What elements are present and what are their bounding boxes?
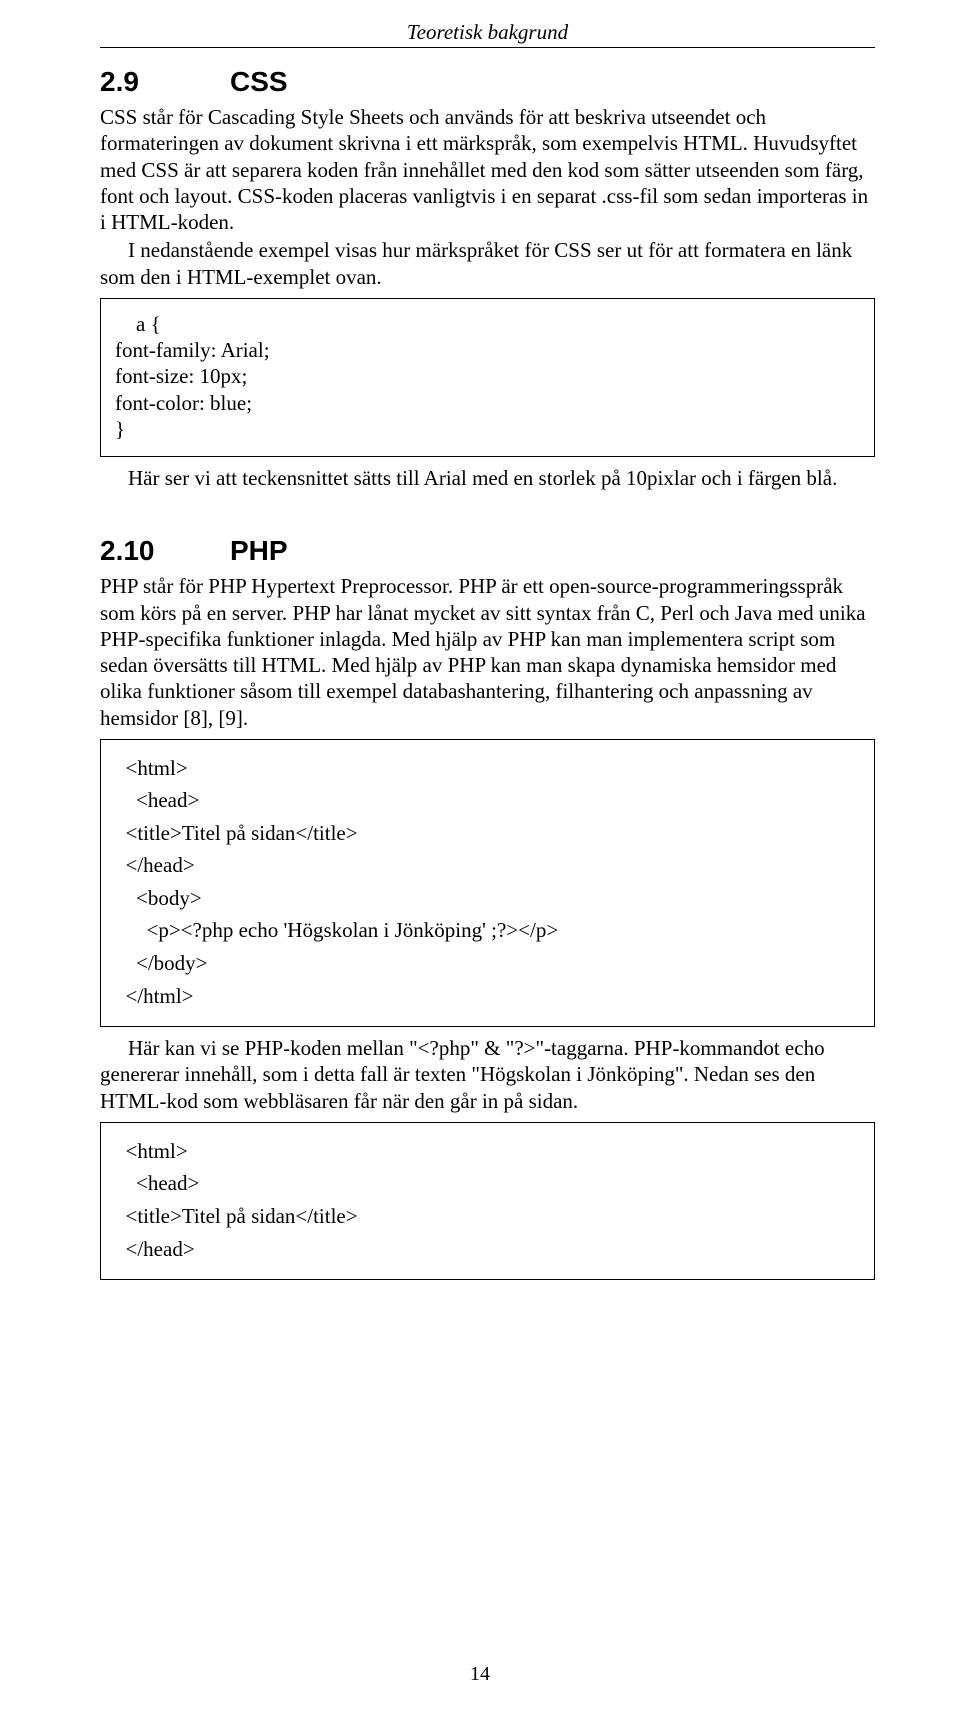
code-block-css: a { font-family: Arial; font-size: 10px;…	[100, 298, 875, 457]
code-line: font-size: 10px;	[115, 363, 860, 389]
running-header: Teoretisk bakgrund	[100, 20, 875, 45]
code-line: <head>	[115, 1167, 860, 1200]
code-line: <html>	[115, 1135, 860, 1168]
code-line: <title>Titel på sidan</title>	[115, 817, 860, 850]
code-line: <html>	[115, 752, 860, 785]
code-line: font-color: blue;	[115, 390, 860, 416]
code-line: <title>Titel på sidan</title>	[115, 1200, 860, 1233]
code-line: <head>	[115, 784, 860, 817]
code-line: <body>	[115, 882, 860, 915]
paragraph: CSS står för Cascading Style Sheets och …	[100, 104, 875, 235]
heading-2-9: 2.9CSS	[100, 66, 875, 98]
code-block-php: <html> <head> <title>Titel på sidan</tit…	[100, 739, 875, 1027]
paragraph: Här ser vi att teckensnittet sätts till …	[100, 465, 875, 491]
code-line: a {	[115, 311, 860, 337]
heading-title: CSS	[230, 66, 288, 97]
heading-title: PHP	[230, 535, 288, 566]
heading-number: 2.9	[100, 66, 230, 98]
code-line: font-family: Arial;	[115, 337, 860, 363]
code-line: </body>	[115, 947, 860, 980]
page: Teoretisk bakgrund 2.9CSS CSS står för C…	[0, 0, 960, 1710]
code-line: </html>	[115, 980, 860, 1013]
code-line: </head>	[115, 849, 860, 882]
paragraph: I nedanstående exempel visas hur märkspr…	[100, 237, 875, 290]
heading-2-10: 2.10PHP	[100, 535, 875, 567]
paragraph: Här kan vi se PHP-koden mellan "<?php" &…	[100, 1035, 875, 1114]
page-number: 14	[0, 1663, 960, 1686]
header-rule	[100, 47, 875, 48]
paragraph: PHP står för PHP Hypertext Preprocessor.…	[100, 573, 875, 731]
heading-number: 2.10	[100, 535, 230, 567]
code-line: }	[115, 416, 860, 442]
code-line: <p><?php echo 'Högskolan i Jönköping' ;?…	[115, 914, 860, 947]
code-block-html-output: <html> <head> <title>Titel på sidan</tit…	[100, 1122, 875, 1280]
code-line: </head>	[115, 1233, 860, 1266]
